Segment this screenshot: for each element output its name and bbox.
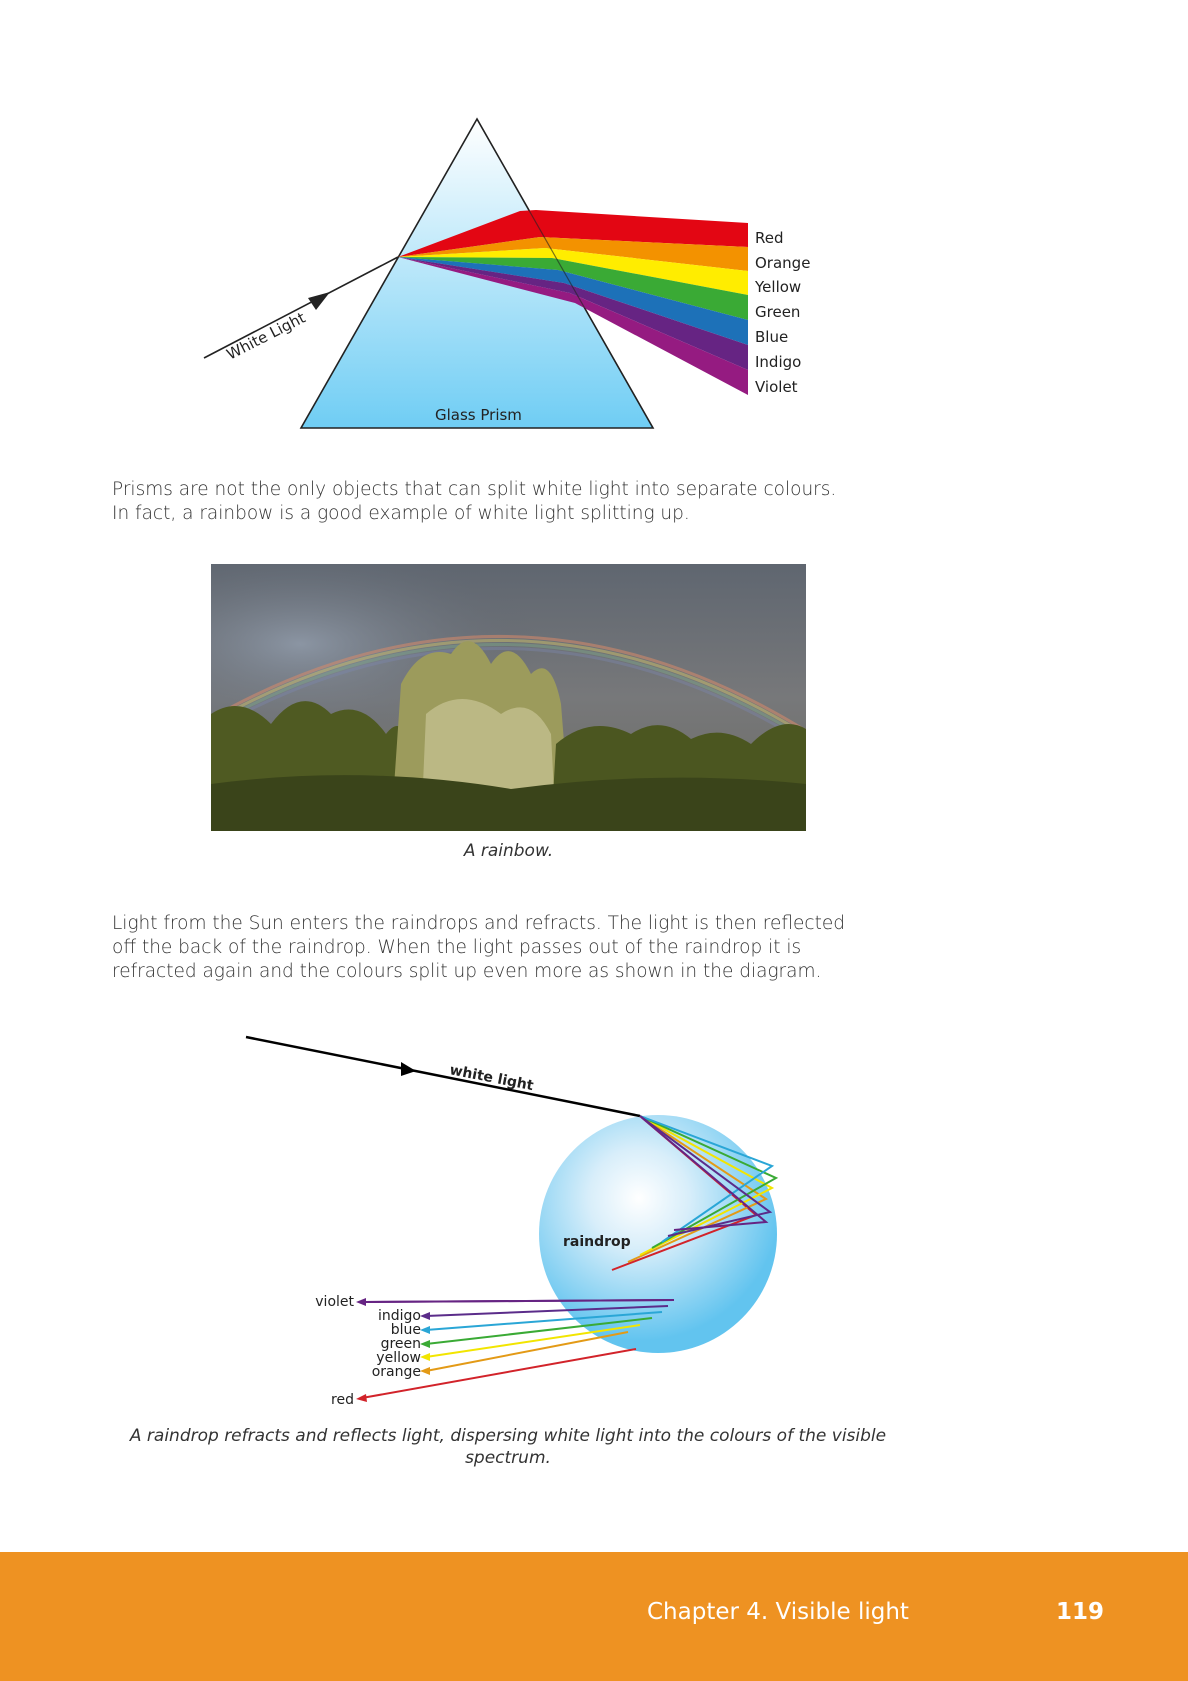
spectrum-label-yellow: Yellow <box>754 278 801 296</box>
caption-line: spectrum. <box>465 1448 551 1468</box>
spectrum-label-orange: Orange <box>755 254 810 272</box>
white-light-label: white light <box>448 1062 535 1094</box>
photo-caption: A rainbow. <box>463 841 554 861</box>
arrowhead-icon <box>420 1353 430 1361</box>
prism-label: Glass Prism <box>435 406 522 424</box>
arrowhead-icon <box>356 1394 367 1402</box>
prism-diagram: White Light Glass Prism Red Orange Yello… <box>203 117 810 429</box>
paragraph-line: In fact, a rainbow is a good example of … <box>112 503 690 524</box>
raindrop-caption: A raindrop refracts and reflects light, … <box>100 1425 916 1469</box>
footer-bar <box>0 1552 1188 1681</box>
paragraph-line: refracted again and the colours split up… <box>112 961 822 982</box>
arrowhead-icon <box>420 1340 430 1348</box>
spectrum-label-red: Red <box>755 229 784 247</box>
raindrop-label: raindrop <box>563 1234 631 1250</box>
paragraph-prisms: Prisms are not the only objects that can… <box>112 478 932 526</box>
arrowhead-icon <box>420 1312 430 1320</box>
spectrum-label-green: Green <box>755 303 800 321</box>
paragraph-line: Light from the Sun enters the raindrops … <box>112 913 845 934</box>
page-number: 119 <box>1056 1599 1105 1625</box>
paragraph-raindrop: Light from the Sun enters the raindrops … <box>112 912 932 984</box>
white-light-label: White Light <box>224 309 309 364</box>
arrowhead-icon <box>356 1298 366 1306</box>
arrow-icon <box>401 1062 416 1076</box>
spectrum-label-indigo: Indigo <box>755 353 801 371</box>
white-light-ray <box>245 1035 641 1118</box>
paragraph-line: Prisms are not the only objects that can… <box>112 479 837 500</box>
caption-line: A raindrop refracts and reflects light, … <box>129 1426 887 1446</box>
ray-label-orange: orange <box>372 1364 421 1380</box>
arrowhead-icon <box>420 1326 430 1334</box>
rainbow-photo <box>211 564 806 831</box>
footer-chapter-title: Chapter 4. Visible light <box>647 1599 909 1625</box>
arrow-icon <box>308 292 330 310</box>
arrowhead-icon <box>420 1367 430 1375</box>
ray-label-violet: violet <box>315 1294 354 1310</box>
ray-label-red: red <box>331 1392 354 1408</box>
raindrop-diagram: raindrop white light violet indigo blue … <box>245 1035 779 1408</box>
paragraph-line: off the back of the raindrop. When the l… <box>112 937 802 958</box>
spectrum-label-violet: Violet <box>755 378 798 396</box>
spectrum-label-blue: Blue <box>755 328 788 346</box>
